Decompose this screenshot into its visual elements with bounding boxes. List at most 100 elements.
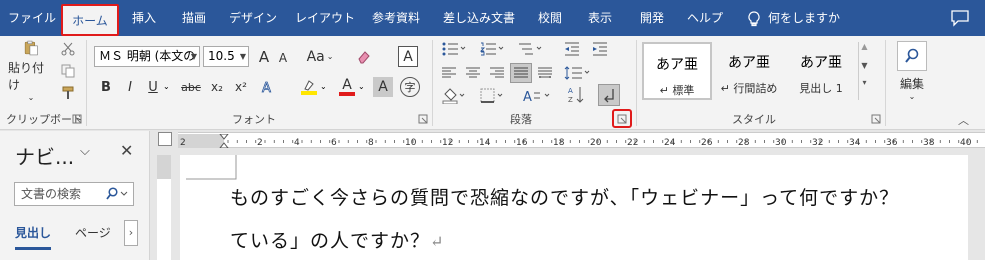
numbering-button[interactable] bbox=[478, 40, 506, 58]
copy-button[interactable] bbox=[58, 62, 78, 80]
tab-developer[interactable]: 開発 bbox=[634, 0, 670, 36]
horizontal-ruler[interactable]: 2 2 4 6 8 10 12 14 16 18 20 22 24 26 28 30 32 34 36 38 40 bbox=[178, 132, 985, 149]
ruler-tick-label: 30 bbox=[775, 138, 787, 148]
tab-mailings[interactable]: 差し込み文書 bbox=[436, 0, 522, 36]
group-separator bbox=[86, 40, 87, 126]
bullets-button[interactable] bbox=[440, 40, 468, 58]
cut-button[interactable] bbox=[58, 40, 78, 58]
document-text-line[interactable]: ている」の人ですか？↵ bbox=[230, 226, 444, 253]
strikethrough-button[interactable]: abc bbox=[178, 77, 204, 97]
tab-home[interactable]: ホーム bbox=[61, 4, 119, 36]
distributed-button[interactable] bbox=[536, 64, 554, 82]
line-spacing-icon bbox=[564, 66, 590, 80]
font-color-button[interactable]: A bbox=[336, 77, 358, 97]
character-shading-button[interactable]: A bbox=[373, 77, 393, 97]
group-separator bbox=[885, 40, 886, 126]
collapse-ribbon-icon[interactable]: ︿ bbox=[958, 112, 969, 128]
svg-text:Z: Z bbox=[568, 96, 573, 104]
increase-indent-button[interactable] bbox=[590, 40, 610, 58]
shrink-font-button[interactable]: A bbox=[275, 48, 291, 67]
styles-gallery-scroll[interactable]: ▲ ▼ ▾ bbox=[858, 42, 870, 100]
line-spacing-button[interactable] bbox=[562, 64, 592, 82]
document-text: ている」の人ですか？ bbox=[230, 230, 431, 252]
ribbon: 貼り付け ⌄ クリップボード ＭＳ 明朝 (本文の ▼ 10.5 ▼ A A Aa ⌄… bbox=[0, 36, 985, 130]
style-heading-1[interactable]: あア亜 見出し 1 bbox=[786, 42, 856, 100]
align-center-icon bbox=[466, 67, 480, 78]
justify-icon bbox=[514, 67, 528, 78]
tab-draw[interactable]: 描画 bbox=[176, 0, 212, 36]
margin-corner-mark bbox=[186, 155, 237, 180]
tab-layout[interactable]: レイアウト bbox=[292, 0, 358, 36]
font-name-combo[interactable]: ＭＳ 明朝 (本文の ▼ bbox=[94, 46, 200, 67]
bold-button[interactable]: B bbox=[98, 77, 114, 97]
editing-button[interactable]: 編集 ⌄ bbox=[892, 40, 932, 102]
align-left-button[interactable] bbox=[440, 64, 458, 82]
close-icon[interactable]: ✕ bbox=[120, 141, 133, 160]
change-case-button[interactable]: Aa ⌄ bbox=[306, 46, 334, 67]
vertical-scrollbar[interactable] bbox=[972, 155, 985, 260]
vertical-ruler[interactable] bbox=[157, 155, 171, 260]
tab-review[interactable]: 校閲 bbox=[532, 0, 568, 36]
font-size-combo[interactable]: 10.5 ▼ bbox=[203, 46, 249, 67]
highlight-button[interactable] bbox=[298, 77, 320, 97]
underline-button[interactable]: U bbox=[145, 77, 161, 97]
dialog-launcher-icon[interactable] bbox=[418, 114, 428, 124]
tab-view[interactable]: 表示 bbox=[582, 0, 618, 36]
highlight-color-bar bbox=[301, 91, 317, 95]
nav-tabs-scroll-right[interactable]: › bbox=[124, 220, 138, 246]
nav-tab-pages[interactable]: ページ bbox=[75, 224, 111, 241]
style-normal[interactable]: あア亜 ↵ 標準 bbox=[642, 42, 712, 100]
show-formatting-marks-button[interactable] bbox=[598, 84, 620, 106]
svg-text:A: A bbox=[523, 90, 532, 104]
tell-me-search[interactable]: 何をしますか bbox=[748, 0, 840, 36]
italic-button[interactable]: I bbox=[122, 77, 138, 97]
character-border-button[interactable]: A bbox=[398, 46, 418, 67]
text-effects-button[interactable]: A bbox=[258, 77, 278, 97]
clear-formatting-button[interactable] bbox=[354, 46, 374, 67]
tab-insert[interactable]: 挿入 bbox=[126, 0, 162, 36]
multilevel-list-button[interactable] bbox=[516, 40, 544, 58]
asian-layout-button[interactable]: A bbox=[520, 86, 554, 106]
align-right-button[interactable] bbox=[488, 64, 506, 82]
nav-tab-headings[interactable]: 見出し bbox=[15, 224, 52, 250]
decrease-indent-button[interactable] bbox=[562, 40, 582, 58]
tab-selector[interactable] bbox=[158, 132, 172, 146]
shading-button[interactable] bbox=[440, 86, 468, 106]
comment-icon[interactable] bbox=[950, 9, 970, 27]
tab-design[interactable]: デザイン bbox=[226, 0, 280, 36]
justify-button[interactable] bbox=[510, 63, 532, 83]
paste-button[interactable]: 貼り付け ⌄ bbox=[8, 40, 54, 102]
document-search-input[interactable]: 文書の検索 bbox=[14, 182, 134, 206]
search-icon[interactable] bbox=[105, 187, 129, 201]
borders-button[interactable] bbox=[478, 86, 506, 106]
document-text-line[interactable]: ものすごく今さらの質問で恐縮なのですが、「ウェビナー」って何ですか？ bbox=[230, 183, 899, 210]
chevron-down-icon[interactable]: ⌵ bbox=[80, 144, 90, 159]
grow-font-button[interactable]: A bbox=[255, 46, 273, 67]
chevron-down-icon[interactable]: ⌄ bbox=[358, 82, 365, 91]
ruler-tick-label: 36 bbox=[886, 138, 898, 148]
tab-help[interactable]: ヘルプ bbox=[684, 0, 726, 36]
ruler-tick-label: 34 bbox=[849, 138, 861, 148]
paragraph-dialog-launcher-icon[interactable] bbox=[617, 114, 627, 124]
dialog-launcher-icon[interactable] bbox=[72, 114, 82, 124]
chevron-down-icon[interactable]: ⌄ bbox=[163, 82, 170, 91]
style-no-spacing[interactable]: あア亜 ↵ 行間詰め bbox=[714, 42, 784, 100]
subscript-button[interactable]: x₂ bbox=[208, 77, 226, 97]
ruler-tick-label: 14 bbox=[479, 138, 491, 148]
ruler-scale: 2 2 4 6 8 10 12 14 16 18 20 22 24 26 28 30 32 34 36 38 40 bbox=[178, 133, 978, 149]
superscript-button[interactable]: x² bbox=[232, 77, 250, 97]
numbered-list-icon bbox=[480, 42, 504, 56]
tab-references[interactable]: 参考資料 bbox=[366, 0, 426, 36]
chevron-up-icon: ▲ bbox=[861, 42, 868, 51]
navigation-title: ナビ... bbox=[15, 145, 75, 169]
dialog-launcher-icon[interactable] bbox=[871, 114, 881, 124]
copy-icon bbox=[61, 64, 75, 78]
enclose-characters-button[interactable]: 字 bbox=[400, 77, 420, 97]
ruler-tick-label: 2 bbox=[257, 138, 263, 148]
word-window: ファイル ホーム 挿入 描画 デザイン レイアウト 参考資料 差し込み文書 校閲… bbox=[0, 0, 985, 260]
format-painter-button[interactable] bbox=[58, 84, 78, 102]
sort-button[interactable]: AZ bbox=[566, 84, 586, 106]
align-center-button[interactable] bbox=[464, 64, 482, 82]
tab-file[interactable]: ファイル bbox=[8, 0, 56, 36]
chevron-down-icon[interactable]: ⌄ bbox=[320, 82, 327, 91]
